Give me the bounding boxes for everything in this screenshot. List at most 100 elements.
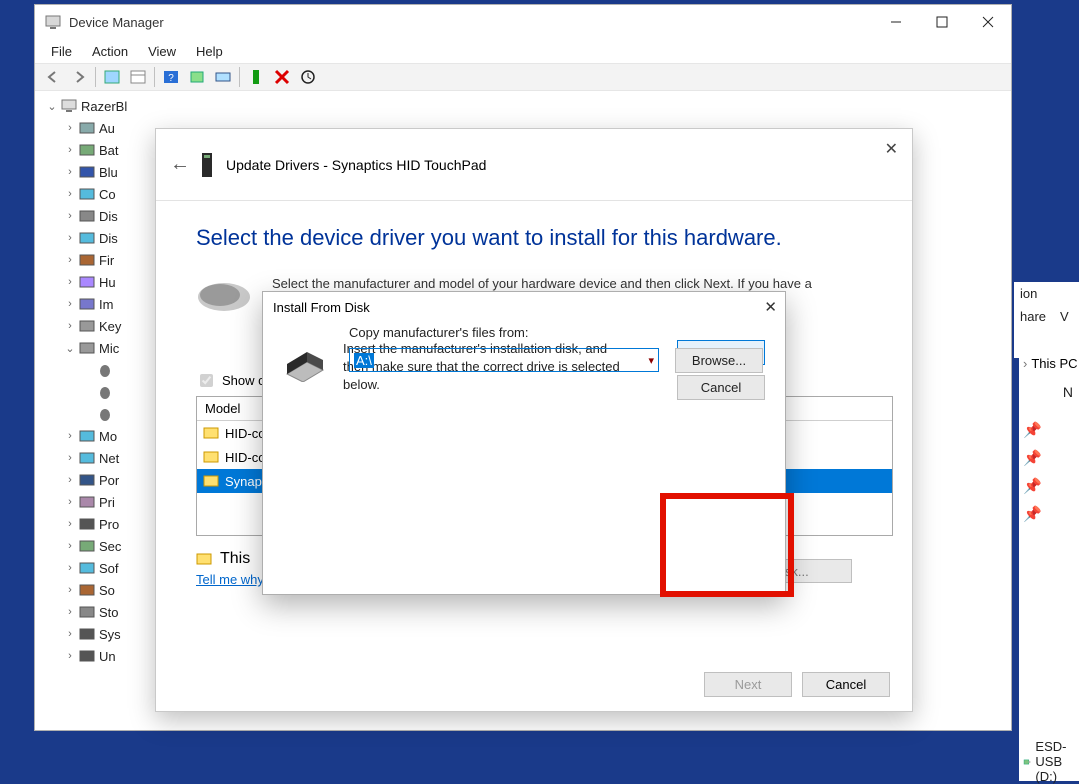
- dm-titlebar[interactable]: Device Manager: [35, 5, 1011, 39]
- view-detail-icon[interactable]: [126, 66, 150, 88]
- tree-root-label: RazerBl: [81, 99, 127, 114]
- pin-icon: 📌: [1023, 449, 1042, 467]
- expand-icon[interactable]: ›: [63, 166, 77, 178]
- breadcrumb-thispc[interactable]: This PC: [1031, 356, 1077, 371]
- model-item-label: HID-co: [225, 450, 265, 465]
- expand-icon[interactable]: ›: [63, 606, 77, 618]
- expand-icon[interactable]: ›: [63, 474, 77, 486]
- device-category-icon: [79, 450, 95, 466]
- expand-icon[interactable]: ›: [63, 210, 77, 222]
- menu-file[interactable]: File: [41, 42, 82, 61]
- device-category-icon: [79, 604, 95, 620]
- menu-action[interactable]: Action: [82, 42, 138, 61]
- expand-icon[interactable]: ⌄: [63, 342, 77, 355]
- expand-icon[interactable]: ›: [63, 496, 77, 508]
- browse-button[interactable]: Browse...: [675, 348, 763, 373]
- install-from-disk-dialog: Install From Disk ✕ Insert the manufactu…: [262, 291, 786, 595]
- tree-node-label: Sec: [99, 539, 121, 554]
- tree-node-label: Net: [99, 451, 119, 466]
- expand-icon[interactable]: ›: [63, 254, 77, 266]
- explorer-list-fragment: N 📌 📌 📌 📌 ESD-USB (D:): [1019, 376, 1079, 781]
- device-category-icon: [79, 626, 95, 642]
- tree-node-label: Au: [99, 121, 115, 136]
- expand-icon[interactable]: ›: [63, 320, 77, 332]
- mouse-icon: [196, 275, 256, 315]
- expand-icon[interactable]: ›: [63, 452, 77, 464]
- drive-esd-usb[interactable]: ESD-USB (D:): [1023, 739, 1079, 784]
- dropdown-icon[interactable]: ▾: [648, 354, 654, 367]
- column-header-name[interactable]: N: [1063, 384, 1073, 400]
- expand-icon[interactable]: ›: [63, 122, 77, 134]
- device-category-icon: [79, 318, 95, 334]
- update-driver-icon[interactable]: [211, 66, 235, 88]
- dm-menubar: File Action View Help: [35, 39, 1011, 63]
- tree-node-label: Co: [99, 187, 116, 202]
- menu-view[interactable]: View: [138, 42, 186, 61]
- model-item-label: Synap: [225, 474, 262, 489]
- tree-root[interactable]: ⌄ RazerBl: [45, 95, 1011, 117]
- expand-icon[interactable]: ›: [63, 430, 77, 442]
- ud-footer: Next Cancel: [704, 672, 890, 697]
- explorer-breadcrumb[interactable]: › This PC: [1019, 350, 1079, 376]
- path-input-value[interactable]: A:\: [354, 353, 374, 368]
- expand-icon[interactable]: ›: [63, 628, 77, 640]
- minimize-button[interactable]: [873, 5, 919, 39]
- copy-from-label: Copy manufacturer's files from:: [349, 325, 763, 340]
- device-manager-icon: [45, 14, 61, 30]
- expand-icon[interactable]: ›: [63, 276, 77, 288]
- pin-icon: 📌: [1023, 505, 1042, 523]
- expand-icon[interactable]: ›: [63, 540, 77, 552]
- scan-changes-icon[interactable]: [296, 66, 320, 88]
- expand-icon[interactable]: ›: [63, 650, 77, 662]
- device-category-icon: [79, 560, 95, 576]
- tree-node-label: Dis: [99, 209, 118, 224]
- tree-node-label: Mic: [99, 341, 119, 356]
- usb-drive-icon: [1023, 754, 1031, 770]
- expand-icon[interactable]: ›: [63, 584, 77, 596]
- expand-icon[interactable]: ›: [63, 188, 77, 200]
- expand-icon[interactable]: ›: [63, 518, 77, 530]
- pin-icon: 📌: [1023, 421, 1042, 439]
- ud-close-icon[interactable]: ✕: [885, 139, 898, 159]
- chevron-right-icon: ›: [1023, 356, 1027, 371]
- nav-forward-icon[interactable]: [67, 66, 91, 88]
- ribbon-tab-view[interactable]: V: [1060, 309, 1069, 324]
- ifd-cancel-button[interactable]: Cancel: [677, 375, 765, 400]
- expand-icon[interactable]: ›: [63, 298, 77, 310]
- mouse-device-icon: [97, 362, 113, 378]
- ribbon-tab-share[interactable]: hare: [1020, 309, 1046, 324]
- expand-icon[interactable]: ›: [63, 562, 77, 574]
- device-category-icon: [79, 164, 95, 180]
- next-button[interactable]: Next: [704, 672, 792, 697]
- floppy-disk-icon: [283, 340, 325, 382]
- help-icon[interactable]: ?: [159, 66, 183, 88]
- tree-node-label: Blu: [99, 165, 118, 180]
- tree-node-label: Mo: [99, 429, 117, 444]
- device-category-icon: [79, 582, 95, 598]
- show-hide-tree-icon[interactable]: [100, 66, 124, 88]
- cancel-button[interactable]: Cancel: [802, 672, 890, 697]
- enable-device-icon[interactable]: [244, 66, 268, 88]
- close-button[interactable]: [965, 5, 1011, 39]
- uninstall-device-icon[interactable]: [270, 66, 294, 88]
- maximize-button[interactable]: [919, 5, 965, 39]
- menu-help[interactable]: Help: [186, 42, 233, 61]
- device-category-icon: [79, 208, 95, 224]
- pin-icon: 📌: [1023, 477, 1042, 495]
- tree-node-label: Sto: [99, 605, 119, 620]
- show-compatible-input[interactable]: [200, 374, 213, 387]
- expand-icon[interactable]: ›: [63, 232, 77, 244]
- scan-hardware-icon[interactable]: [185, 66, 209, 88]
- ifd-close-icon[interactable]: ✕: [764, 298, 777, 316]
- expand-icon[interactable]: ›: [63, 144, 77, 156]
- device-category-icon: [79, 120, 95, 136]
- device-category-icon: [79, 494, 95, 510]
- ud-back-icon[interactable]: ←: [170, 153, 194, 176]
- path-combobox[interactable]: A:\ ▾: [349, 348, 659, 372]
- ud-headline: Select the device driver you want to ins…: [196, 225, 872, 251]
- nav-back-icon[interactable]: [41, 66, 65, 88]
- ifd-title[interactable]: Install From Disk: [263, 292, 785, 322]
- collapse-icon[interactable]: ⌄: [45, 100, 59, 113]
- device-category-icon: [79, 428, 95, 444]
- svg-text:?: ?: [168, 73, 174, 84]
